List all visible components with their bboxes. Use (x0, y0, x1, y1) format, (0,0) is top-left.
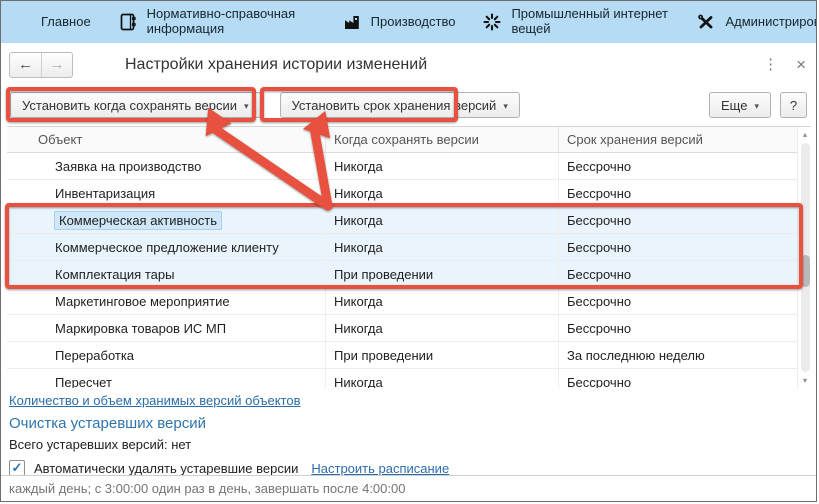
button-label: Установить когда сохранять версии (22, 98, 237, 113)
cell-retention[interactable]: Бессрочно (559, 234, 811, 260)
menu-item-administration[interactable]: Администрирован (696, 12, 817, 32)
chevron-down-icon: ▾ (754, 100, 759, 111)
configure-schedule-link[interactable]: Настроить расписание (311, 461, 449, 476)
cell-object[interactable]: Заявка на производство (7, 153, 326, 179)
table-header: Объект Когда сохранять версии Срок хране… (7, 127, 811, 153)
cell-object[interactable]: Коммерческая активность (7, 207, 326, 233)
nav-history-buttons: ← → (9, 52, 73, 78)
cell-when-save[interactable]: Никогда (326, 180, 559, 206)
scroll-up-icon[interactable]: ▴ (798, 130, 811, 139)
factory-icon (342, 12, 362, 32)
cell-retention[interactable]: За последнюю неделю (559, 342, 811, 368)
help-button[interactable]: ? (780, 92, 807, 118)
versioning-settings-table: Объект Когда сохранять версии Срок хране… (7, 126, 811, 388)
cell-when-save[interactable]: При проведении (326, 342, 559, 368)
iot-icon (482, 12, 502, 32)
auto-delete-label[interactable]: Автоматически удалять устаревшие версии (34, 461, 298, 476)
cell-retention[interactable]: Бессрочно (559, 369, 811, 388)
selected-cell[interactable]: Коммерческая активность (55, 212, 221, 229)
top-menu-bar: Главное Нормативно-справочная информация (1, 1, 816, 43)
cell-when-save[interactable]: При проведении (326, 261, 559, 287)
cell-retention[interactable]: Бессрочно (559, 315, 811, 341)
table-row[interactable]: Коммерческая активность НикогдаБессрочно (7, 207, 811, 234)
auto-delete-row: ✓ Автоматически удалять устаревшие верси… (9, 460, 808, 476)
cell-when-save[interactable]: Никогда (326, 288, 559, 314)
bottom-panel: Количество и объем хранимых версий объек… (1, 388, 816, 476)
cell-object[interactable]: Переработка (7, 342, 326, 368)
title-actions: ⋮ × (763, 56, 806, 73)
check-icon: ✓ (12, 460, 23, 476)
forward-button[interactable]: → (41, 53, 72, 77)
scroll-down-icon[interactable]: ▾ (798, 376, 811, 385)
cleanup-heading: Очистка устаревших версий (9, 415, 808, 432)
menu-item-label: Нормативно-справочная информация (147, 7, 315, 36)
auto-delete-checkbox[interactable]: ✓ (9, 460, 25, 476)
cell-when-save[interactable]: Никогда (326, 207, 559, 233)
table-row[interactable]: Коммерческое предложение клиентуНикогдаБ… (7, 234, 811, 261)
table-body: Заявка на производствоНикогдаБессрочноИн… (7, 153, 811, 388)
menu-item-label: Производство (371, 15, 456, 30)
cell-retention[interactable]: Бессрочно (559, 153, 811, 179)
app-window: Главное Нормативно-справочная информация (0, 0, 817, 502)
table-row[interactable]: ПереработкаПри проведенииЗа последнюю не… (7, 342, 811, 369)
chevron-down-icon: ▾ (244, 100, 249, 111)
cell-when-save[interactable]: Никогда (326, 369, 559, 388)
book-icon (118, 12, 138, 32)
menu-item-production[interactable]: Производство (342, 12, 456, 32)
cell-retention[interactable]: Бессрочно (559, 207, 811, 233)
menu-item-label: Главное (41, 15, 91, 30)
cell-when-save[interactable]: Никогда (326, 315, 559, 341)
cell-retention[interactable]: Бессрочно (559, 261, 811, 287)
tools-icon (696, 12, 716, 32)
kebab-menu-icon[interactable]: ⋮ (763, 57, 778, 72)
menu-item-label: Администрирован (725, 15, 817, 30)
menu-item-reference-info[interactable]: Нормативно-справочная информация (118, 7, 315, 36)
cell-retention[interactable]: Бессрочно (559, 288, 811, 314)
table-row[interactable]: Заявка на производствоНикогдаБессрочно (7, 153, 811, 180)
button-label: Установить срок хранения версий (292, 98, 497, 113)
menu-item-label: Промышленный интернет вещей (511, 7, 669, 36)
close-icon[interactable]: × (796, 56, 806, 73)
total-obsolete-text: Всего устаревших версий: нет (9, 437, 808, 452)
table-row[interactable]: Маркировка товаров ИС МПНикогдаБессрочно (7, 315, 811, 342)
cell-object[interactable]: Маркетинговое мероприятие (7, 288, 326, 314)
chevron-down-icon: ▾ (503, 100, 508, 111)
status-bar: каждый день; с 3:00:00 один раз в день, … (1, 475, 816, 501)
table-scrollbar[interactable]: ▴ ▾ (797, 127, 811, 388)
table-row[interactable]: ИнвентаризацияНикогдаБессрочно (7, 180, 811, 207)
menu-item-industrial-iot[interactable]: Промышленный интернет вещей (482, 7, 669, 36)
set-when-save-versions-button[interactable]: Установить когда сохранять версии ▾ (10, 92, 261, 118)
menu-item-main[interactable]: Главное (41, 15, 91, 30)
column-header-retention[interactable]: Срок хранения версий (559, 127, 811, 152)
table-row[interactable]: Комплектация тарыПри проведенииБессрочно (7, 261, 811, 288)
button-label: Еще (721, 98, 747, 113)
cell-when-save[interactable]: Никогда (326, 153, 559, 179)
column-header-when-save[interactable]: Когда сохранять версии (326, 127, 559, 152)
scrollbar-thumb[interactable] (801, 255, 810, 287)
cell-object[interactable]: Коммерческое предложение клиенту (7, 234, 326, 260)
schedule-summary-text: каждый день; с 3:00:00 один раз в день, … (9, 481, 405, 496)
page-title: Настройки хранения истории изменений (125, 56, 427, 74)
back-arrow-icon: ← (18, 56, 33, 73)
title-bar: ← → Настройки хранения истории изменений… (1, 43, 816, 86)
cell-object[interactable]: Комплектация тары (7, 261, 326, 287)
back-button[interactable]: ← (10, 53, 41, 77)
stored-versions-link[interactable]: Количество и объем хранимых версий объек… (9, 393, 300, 408)
forward-arrow-icon: → (50, 56, 65, 73)
column-header-object[interactable]: Объект (7, 127, 326, 152)
button-label: ? (790, 98, 797, 113)
command-bar: Установить когда сохранять версии ▾ Уста… (1, 86, 816, 124)
set-retention-term-button[interactable]: Установить срок хранения версий ▾ (280, 92, 520, 118)
cell-when-save[interactable]: Никогда (326, 234, 559, 260)
table-row[interactable]: ПересчетНикогдаБессрочно (7, 369, 811, 388)
cell-object[interactable]: Пересчет (7, 369, 326, 388)
cell-object[interactable]: Маркировка товаров ИС МП (7, 315, 326, 341)
table-row[interactable]: Маркетинговое мероприятиеНикогдаБессрочн… (7, 288, 811, 315)
cell-retention[interactable]: Бессрочно (559, 180, 811, 206)
cell-object[interactable]: Инвентаризация (7, 180, 326, 206)
more-button[interactable]: Еще ▾ (709, 92, 771, 118)
